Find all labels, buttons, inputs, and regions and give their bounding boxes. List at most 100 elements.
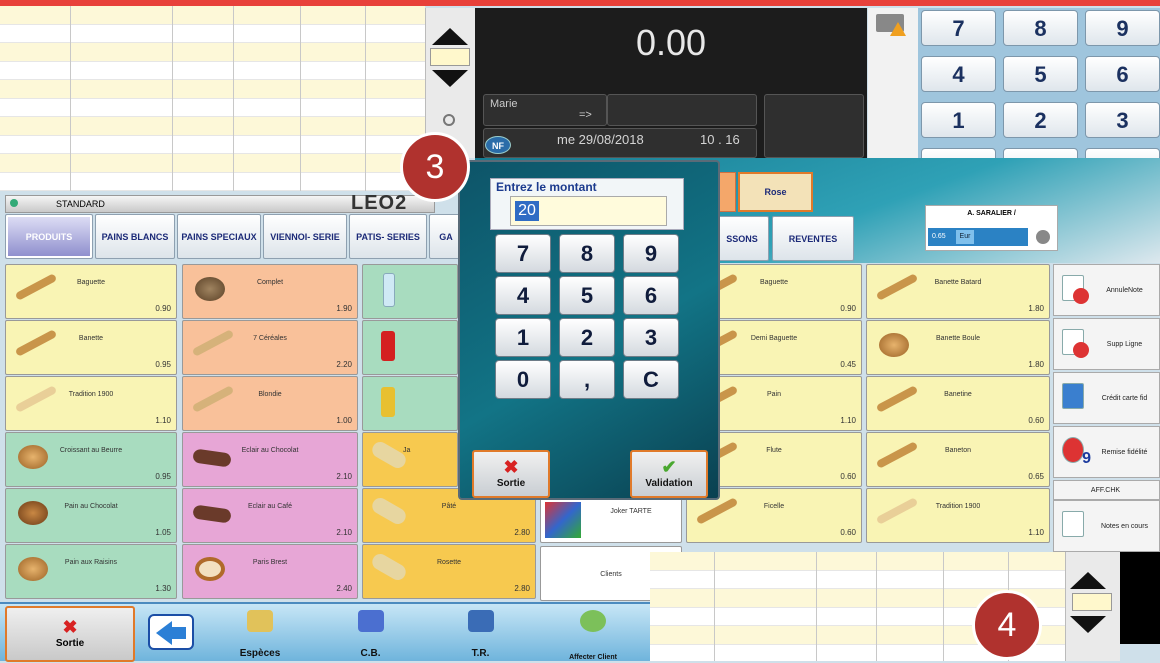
search-icon[interactable] <box>443 114 455 126</box>
key-6[interactable]: 6 <box>1085 56 1160 92</box>
modal-key-3[interactable]: 3 <box>623 318 679 357</box>
especes-button[interactable]: Espèces <box>205 604 315 663</box>
back-arrow-button[interactable] <box>148 614 194 650</box>
tab-boissons[interactable]: SSONS <box>715 216 769 261</box>
affecter-client-button[interactable]: Affecter Client <box>538 604 648 663</box>
product-price: 0.60 <box>840 528 856 537</box>
product-eclair-cafe[interactable]: Eclair au Café 2.10 <box>182 488 358 543</box>
product-pain-chocolat[interactable]: Pain au Chocolat 1.05 <box>5 488 177 543</box>
scroll-thumb[interactable] <box>430 48 470 66</box>
price-list-selector[interactable]: STANDARD LEO2 <box>5 192 435 214</box>
payment-bar: ✖ Sortie Espèces C.B. T.R. Affecter Clien… <box>0 602 650 663</box>
modal-key-9[interactable]: 9 <box>623 234 679 273</box>
product-banette-batard[interactable]: Banette Batard 1.80 <box>866 264 1050 319</box>
product-7-cereales[interactable]: 7 Céréales 2.20 <box>182 320 358 375</box>
tab-viennoiserie[interactable]: VIENNOI- SERIE <box>263 214 347 259</box>
supp-ligne-button[interactable]: Supp Ligne <box>1053 318 1160 370</box>
modal-key-0[interactable]: 0 <box>495 360 551 399</box>
product-water[interactable] <box>362 264 458 319</box>
printer-panel[interactable] <box>868 8 918 158</box>
blondie-icon <box>191 385 235 413</box>
product-tradition-2[interactable]: Tradition 1900 1.10 <box>866 488 1050 543</box>
modal-key-comma[interactable]: , <box>559 360 615 399</box>
annule-note-button[interactable]: AnnuleNote <box>1053 264 1160 316</box>
rose-button[interactable]: Rose <box>738 172 813 212</box>
product-croissant[interactable]: Croissant au Beurre 0.95 <box>5 432 177 487</box>
seller-panel[interactable]: A. SARALIER / 0.65 Eur <box>925 205 1058 251</box>
key-9[interactable]: 9 <box>1085 10 1160 46</box>
product-banetine[interactable]: Banetine 0.60 <box>866 376 1050 431</box>
product-price: 1.00 <box>336 416 352 425</box>
modal-key-7[interactable]: 7 <box>495 234 551 273</box>
product-eclair-chocolat[interactable]: Eclair au Chocolat 2.10 <box>182 432 358 487</box>
credit-carte-fid-button[interactable]: Crédit carte fid <box>1053 372 1160 424</box>
scroll-up-icon[interactable] <box>432 28 468 45</box>
remise-fidelite-button[interactable]: 9 Remise fidélité <box>1053 426 1160 478</box>
modal-key-2[interactable]: 2 <box>559 318 615 357</box>
notes-en-cours-button[interactable]: Notes en cours <box>1053 500 1160 552</box>
function-label: Crédit carte fid <box>1101 394 1148 402</box>
product-drink[interactable] <box>362 376 458 431</box>
key-7[interactable]: 7 <box>921 10 996 46</box>
key-8[interactable]: 8 <box>1003 10 1078 46</box>
remise-badge: 9 <box>1082 450 1091 467</box>
sortie-button[interactable]: ✖ Sortie <box>5 606 135 662</box>
product-price: 0.60 <box>840 472 856 481</box>
modal-key-4[interactable]: 4 <box>495 276 551 315</box>
modal-key-6[interactable]: 6 <box>623 276 679 315</box>
tab-patisseries[interactable]: PATIS- SERIES <box>349 214 427 259</box>
scroll-down-icon[interactable] <box>432 70 468 87</box>
ticket-lines-grid[interactable] <box>0 6 425 191</box>
product-baguette[interactable]: Baguette 0.90 <box>5 264 177 319</box>
key-5[interactable]: 5 <box>1003 56 1078 92</box>
scroll-up-icon[interactable] <box>1070 572 1106 589</box>
product-banette-boule[interactable]: Banette Boule 1.80 <box>866 320 1050 375</box>
product-complet[interactable]: Complet 1.90 <box>182 264 358 319</box>
tab-reventes[interactable]: REVENTES <box>772 216 854 261</box>
sandwich-icon <box>369 495 409 527</box>
tab-pains-blancs[interactable]: PAINS BLANCS <box>95 214 175 259</box>
scroll-down-icon[interactable] <box>1070 616 1106 633</box>
leo2-logo: LEO2 <box>351 192 408 214</box>
bottom-scroll[interactable] <box>1065 552 1120 661</box>
product-coca[interactable] <box>362 320 458 375</box>
modal-ok-button[interactable]: ✔ Validation <box>630 450 708 498</box>
modal-key-clear[interactable]: C <box>623 360 679 399</box>
product-tradition[interactable]: Tradition 1900 1.10 <box>5 376 177 431</box>
modal-cancel-button[interactable]: ✖ Sortie <box>472 450 550 498</box>
amount-input[interactable]: 20 <box>515 201 539 221</box>
modal-key-1[interactable]: 1 <box>495 318 551 357</box>
product-pain-raisins[interactable]: Pain aux Raisins 1.30 <box>5 544 177 599</box>
product-blondie[interactable]: Blondie 1.00 <box>182 376 358 431</box>
especes-label: Espèces <box>239 648 281 659</box>
total-amount: 0.00 <box>635 22 707 63</box>
tab-produits-phares[interactable]: PRODUITS PHARES <box>5 214 93 287</box>
modal-key-8[interactable]: 8 <box>559 234 615 273</box>
product-price: 2.40 <box>336 584 352 593</box>
product-joker-tarte[interactable]: Joker TARTE <box>540 495 682 543</box>
product-price: 2.20 <box>336 360 352 369</box>
ficelle-icon <box>695 497 739 525</box>
product-name: Banette <box>78 335 104 342</box>
scroll-thumb[interactable] <box>1072 593 1112 611</box>
key-4[interactable]: 4 <box>921 56 996 92</box>
tab-pains-speciaux[interactable]: PAINS SPECIAUX <box>177 214 261 259</box>
product-rosette[interactable]: Rosette 2.80 <box>362 544 536 599</box>
aff-chk-button[interactable]: AFF.CHK <box>1053 480 1160 500</box>
amount-field[interactable]: 20 <box>510 196 667 226</box>
key-1[interactable]: 1 <box>921 102 996 138</box>
product-baneton[interactable]: Baneton 0.65 <box>866 432 1050 487</box>
tr-button[interactable]: T.R. <box>428 604 533 663</box>
product-jambon[interactable]: Ja <box>362 432 458 487</box>
key-3[interactable]: 3 <box>1085 102 1160 138</box>
tradition-icon <box>14 385 58 413</box>
modal-ok-label: Validation <box>645 478 693 489</box>
product-banette[interactable]: Banette 0.95 <box>5 320 177 375</box>
product-price: 1.30 <box>155 584 171 593</box>
drink-can-icon <box>381 387 395 417</box>
modal-key-5[interactable]: 5 <box>559 276 615 315</box>
product-paris-brest[interactable]: Paris Brest 2.40 <box>182 544 358 599</box>
cb-button[interactable]: C.B. <box>318 604 423 663</box>
product-price: 0.45 <box>840 360 856 369</box>
key-2[interactable]: 2 <box>1003 102 1078 138</box>
